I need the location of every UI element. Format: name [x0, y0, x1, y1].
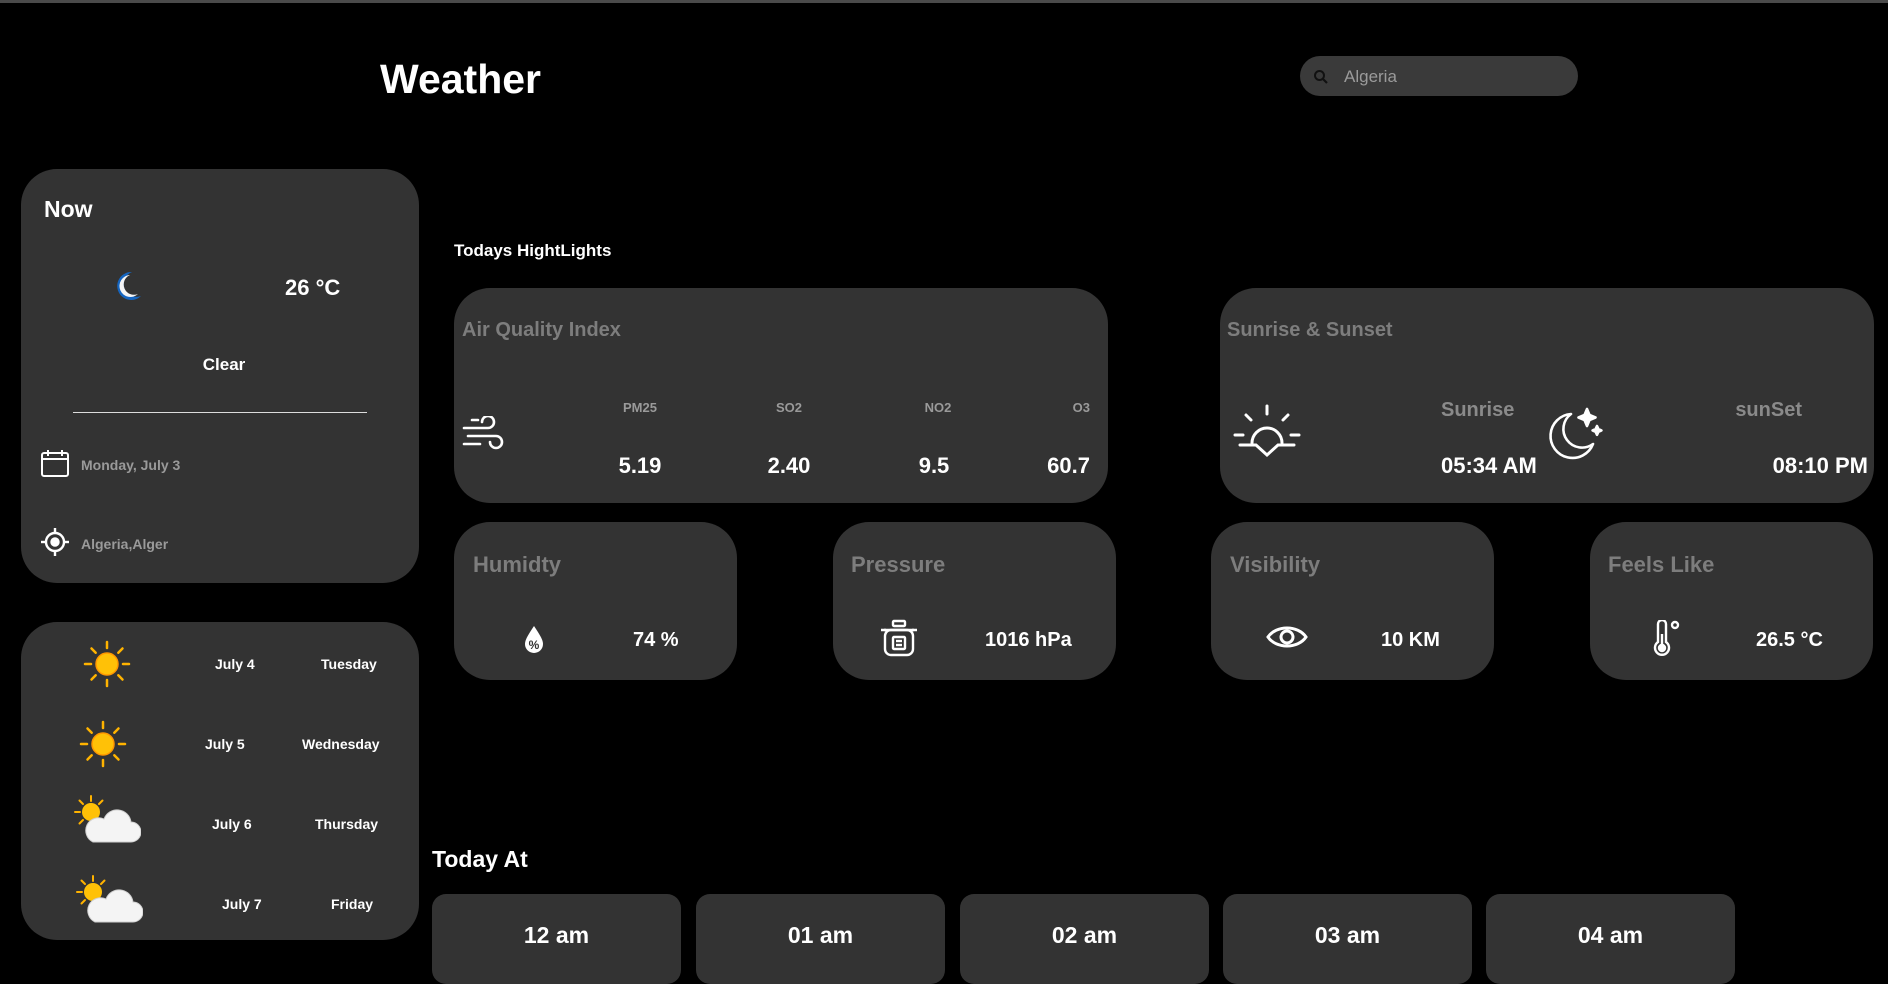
now-temperature: 26 °C: [285, 275, 341, 300]
hour-label: 12 am: [523, 922, 590, 948]
hour-label: 03 am: [1314, 922, 1381, 948]
hour-card[interactable]: 04 am: [1486, 894, 1735, 984]
feels-like-value: 26.5 °C: [1756, 629, 1823, 651]
sunrise-value: 05:34 AM: [1441, 453, 1537, 478]
air-quality-title: Air Quality Index: [462, 319, 621, 341]
moon-stars-icon: [1545, 406, 1603, 462]
humidity-value: 74 %: [633, 629, 679, 651]
forecast-day: Friday: [331, 896, 374, 912]
forecast-item: July 7 Friday: [21, 862, 419, 942]
hour-label: 04 am: [1577, 922, 1644, 948]
aqi-value: 2.40: [767, 453, 811, 478]
app-title: Weather: [380, 56, 542, 102]
aqi-value: 9.5: [918, 453, 950, 478]
now-card: Now 26 °C Clear Monday, July 3 Algeria,A…: [21, 169, 419, 583]
forecast-day: Thursday: [315, 816, 379, 832]
sunrise-label: Sunrise: [1441, 399, 1515, 421]
hour-card[interactable]: 03 am: [1223, 894, 1472, 984]
humidity-title: Humidty: [473, 552, 561, 577]
aqi-value: 5.19: [618, 453, 662, 478]
forecast-item: July 4 Tuesday: [21, 622, 419, 702]
aqi-label: PM25: [623, 400, 657, 415]
forecast-item: July 5 Wednesday: [21, 702, 419, 782]
forecast-date: July 7: [222, 896, 262, 912]
forecast-date: July 5: [205, 736, 245, 752]
forecast-date: July 4: [215, 656, 255, 672]
location-icon: [40, 527, 70, 557]
partly-cloudy-icon: [71, 794, 141, 848]
now-location: Algeria,Alger: [81, 536, 169, 552]
pressure-card: Pressure 1016 hPa: [833, 522, 1116, 680]
visibility-value: 10 KM: [1381, 629, 1440, 651]
partly-cloudy-icon: [73, 874, 143, 928]
feels-like-card: Feels Like 26.5 °C: [1590, 522, 1873, 680]
forecast-card: July 4 Tuesday July 5 Wednesday July 6 T…: [21, 622, 419, 940]
hour-card[interactable]: 12 am: [432, 894, 681, 984]
pressure-cooker-icon: [879, 619, 919, 659]
search-icon: [1313, 69, 1329, 85]
svg-text:%: %: [529, 638, 540, 652]
sunset-label: sunSet: [1735, 399, 1802, 421]
search-input[interactable]: [1342, 62, 1566, 92]
now-title: Now: [44, 196, 93, 222]
wind-icon: [462, 416, 504, 452]
eye-icon: [1266, 623, 1308, 651]
visibility-title: Visibility: [1230, 552, 1321, 577]
forecast-date: July 6: [212, 816, 252, 832]
sunrise-sunset-card: Sunrise & Sunset Sunrise 05:34 AM sunSet…: [1220, 288, 1874, 503]
now-date: Monday, July 3: [81, 457, 181, 473]
hour-label: 01 am: [787, 922, 854, 948]
forecast-day: Tuesday: [321, 656, 377, 672]
hour-card[interactable]: 02 am: [960, 894, 1209, 984]
sunset-value: 08:10 PM: [1772, 453, 1868, 478]
moon-icon: [110, 269, 144, 303]
window-top-border: [0, 0, 1888, 3]
thermometer-icon: [1650, 620, 1684, 656]
calendar-icon: [40, 448, 70, 478]
visibility-card: Visibility 10 KM: [1211, 522, 1494, 680]
search-bar[interactable]: [1300, 56, 1578, 96]
aqi-label: O3: [1072, 400, 1090, 415]
today-at-title: Today At: [432, 846, 528, 872]
hour-label: 02 am: [1051, 922, 1118, 948]
aqi-value: 60.7: [1047, 453, 1090, 478]
highlights-title: Todays HightLights: [454, 241, 612, 260]
humidity-icon: %: [522, 624, 546, 654]
pressure-title: Pressure: [851, 552, 946, 577]
aqi-label: SO2: [775, 400, 802, 415]
forecast-day: Wednesday: [302, 736, 380, 752]
hour-card[interactable]: 01 am: [696, 894, 945, 984]
sun-icon: [83, 640, 131, 688]
sunrise-sunset-title: Sunrise & Sunset: [1227, 319, 1393, 341]
divider: [73, 412, 367, 413]
pressure-value: 1016 hPa: [985, 629, 1072, 651]
forecast-item: July 6 Thursday: [21, 782, 419, 862]
sun-icon: [79, 720, 127, 768]
aqi-label: NO2: [924, 400, 952, 415]
now-condition: Clear: [202, 355, 246, 374]
humidity-card: Humidty % 74 %: [454, 522, 737, 680]
feels-like-title: Feels Like: [1608, 552, 1715, 577]
sunrise-icon: [1232, 403, 1302, 459]
air-quality-card: Air Quality Index PM25 5.19 SO2 2.40 NO2…: [454, 288, 1108, 503]
